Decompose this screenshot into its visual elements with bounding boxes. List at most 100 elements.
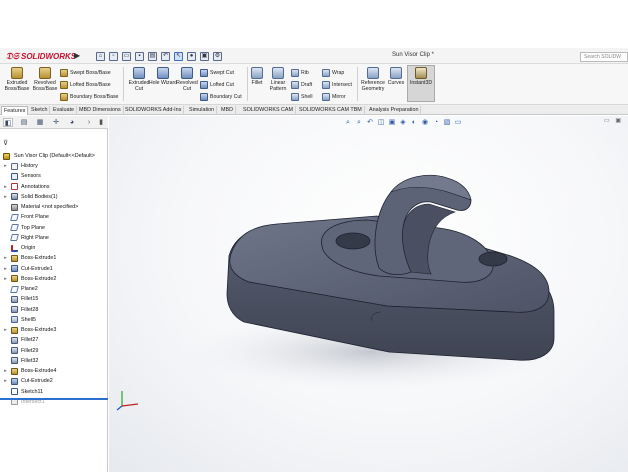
shell-button[interactable]: Shell — [291, 92, 313, 102]
options-gear-icon[interactable]: ⚙ — [213, 51, 222, 61]
sun-visor-clip-model[interactable] — [109, 116, 628, 472]
tab-solidworks-cam-tbm[interactable]: SOLIDWORKS CAM TBM — [297, 106, 365, 115]
new-doc-icon[interactable]: ▫ — [109, 51, 118, 61]
tree-item[interactable]: Plane2 — [0, 284, 108, 294]
boundary-boss-button[interactable]: Boundary Boss/Base — [60, 92, 118, 102]
tree-root-part[interactable]: Sun Visor Clip (Default<<Default> — [0, 151, 108, 161]
tree-item[interactable]: ▸ Boss-Extrude2 — [0, 274, 108, 284]
mirror-icon — [322, 93, 330, 101]
panel-collapse-icon[interactable]: ▮ — [96, 118, 106, 127]
swept-boss-button[interactable]: Swept Boss/Base — [60, 68, 111, 78]
dimxpert-tab-icon[interactable]: ✛ — [51, 118, 61, 127]
tree-item[interactable]: Fillet29 — [0, 346, 108, 356]
extruded-cut-icon — [133, 67, 145, 79]
revolved-boss-icon — [39, 67, 51, 79]
tab-analysis-preparation[interactable]: Analysis Preparation — [367, 106, 422, 115]
intersect-button[interactable]: Intersect — [322, 80, 352, 90]
record-icon[interactable]: ▣ — [200, 51, 209, 61]
lofted-cut-button[interactable]: Lofted Cut — [200, 80, 234, 90]
mirror-button[interactable]: Mirror — [322, 92, 346, 102]
expand-caret-icon[interactable]: ▸ — [2, 376, 9, 386]
tab-evaluate[interactable]: Evaluate — [51, 106, 77, 115]
panel-more-arrow-icon[interactable]: › — [84, 118, 94, 127]
linear-pattern-button[interactable]: Linear Pattern — [266, 67, 290, 92]
boundary-cut-button[interactable]: Boundary Cut — [200, 92, 242, 102]
tab-features[interactable]: Features — [1, 106, 29, 115]
extruded-boss-button[interactable]: Extruded Boss/Base — [2, 67, 32, 92]
tree-item[interactable]: ▸ Boss-Extrude1 — [0, 253, 108, 263]
display-manager-tab-icon[interactable]: ◕ — [67, 118, 77, 127]
solidworks-logo[interactable]: 𝔇𝔖 SOLIDWORKS — [6, 50, 76, 62]
expand-caret-icon[interactable]: ▸ — [2, 366, 9, 376]
tree-item[interactable]: ▸ Boss-Extrude3 — [0, 325, 108, 335]
configuration-manager-tab-icon[interactable]: ▦ — [35, 118, 45, 127]
tree-item-label: Fillet32 — [21, 357, 39, 364]
tree-item-label: Boss-Extrude4 — [21, 368, 57, 374]
tree-item[interactable]: Front Plane — [0, 212, 108, 222]
home-icon[interactable]: ⌂ — [96, 51, 105, 61]
expand-caret-icon[interactable]: ▸ — [2, 253, 9, 263]
tree-item-label: Fillet28 — [21, 306, 39, 313]
tree-item[interactable]: Sensors — [0, 171, 108, 181]
tree-item-label: Sensors — [21, 173, 41, 180]
tree-item[interactable]: ▸ History — [0, 161, 108, 171]
open-icon[interactable]: ▭ — [122, 51, 131, 61]
traffic-light-icon[interactable]: ● — [187, 51, 196, 61]
rollback-bar[interactable] — [0, 398, 108, 400]
tree-item[interactable]: Fillet32 — [0, 356, 108, 366]
tree-item[interactable]: Fillet27 — [0, 335, 108, 345]
tree-item[interactable]: Shell5 — [0, 315, 108, 325]
tree-item-label: Boss-Extrude1 — [21, 255, 57, 262]
tree-item-label: Cut-Extrude2 — [21, 378, 53, 385]
tree-item[interactable]: ▸ Cut-Extrude1 — [0, 264, 108, 274]
tree-item[interactable]: Origin — [0, 243, 108, 253]
tab-mbd[interactable]: MBD — [219, 106, 236, 115]
expand-caret-icon[interactable]: ▸ — [2, 182, 9, 192]
tree-item[interactable]: Right Plane — [0, 233, 108, 243]
tree-item[interactable]: ▸ Boss-Extrude4 — [0, 366, 108, 376]
tree-item[interactable]: Fillet15 — [0, 294, 108, 304]
shell-icon — [291, 93, 299, 101]
feature-manager-tab-icon[interactable]: ◧ — [3, 118, 13, 127]
tab-solidworks-add-ins[interactable]: SOLIDWORKS Add-Ins — [123, 106, 185, 115]
expand-caret-icon[interactable]: ▸ — [2, 161, 9, 171]
expand-caret-icon[interactable]: ▸ — [2, 192, 9, 202]
menu-expand-arrow-icon[interactable]: ▶ — [74, 51, 82, 61]
tab-simulation[interactable]: Simulation — [187, 106, 218, 115]
property-manager-tab-icon[interactable]: ▤ — [19, 118, 29, 127]
tab-solidworks-cam[interactable]: SOLIDWORKS CAM — [241, 106, 297, 115]
print-icon[interactable]: ▤ — [148, 51, 157, 61]
search-input[interactable]: Search SOLIDW — [580, 52, 628, 62]
tree-item[interactable]: Material <not specified> — [0, 202, 108, 212]
tree-item[interactable]: Sketch11 — [0, 387, 108, 397]
save-icon[interactable]: ▪ — [135, 51, 144, 61]
select-arrow-icon[interactable]: ↖ — [174, 51, 183, 61]
boss-extrude-icon — [11, 275, 18, 283]
revolved-cut-button[interactable]: Revolved Cut — [172, 67, 202, 92]
lofted-boss-button[interactable]: Lofted Boss/Base — [60, 80, 111, 90]
tree-item[interactable]: ▸ Annotations — [0, 182, 108, 192]
expand-caret-icon[interactable]: ▸ — [2, 325, 9, 335]
expand-caret-icon[interactable]: ▸ — [2, 274, 9, 284]
tree-item-label: Cut-Extrude1 — [21, 265, 53, 272]
tree-item[interactable]: ▸ Cut-Extrude2 — [0, 376, 108, 386]
tab-sketch[interactable]: Sketch — [29, 106, 51, 115]
draft-button[interactable]: Draft — [291, 80, 312, 90]
tab-mbd-dimensions[interactable]: MBD Dimensions — [77, 106, 124, 115]
tree-item[interactable]: Fillet28 — [0, 305, 108, 315]
revolved-boss-button[interactable]: Revolved Boss/Base — [30, 67, 60, 92]
rib-button[interactable]: Rib — [291, 68, 309, 78]
filter-icon[interactable]: ⊽ — [3, 140, 11, 148]
swept-cut-button[interactable]: Swept Cut — [200, 68, 234, 78]
wrap-button[interactable]: Wrap — [322, 68, 344, 78]
tree-item-label: History — [21, 163, 38, 169]
tree-item[interactable]: Top Plane — [0, 223, 108, 233]
curves-button[interactable]: Curves — [384, 67, 408, 86]
cut-extrude-icon — [11, 265, 18, 272]
undo-icon[interactable]: ↶ — [161, 51, 170, 61]
hole-wizard-icon — [157, 67, 169, 79]
expand-caret-icon[interactable]: ▸ — [2, 264, 9, 274]
tree-item[interactable]: ▸ Solid Bodies(1) — [0, 192, 108, 202]
quick-access-toolbar: ⌂ ▫ ▭ ▪ ▤ ↶ ↖ ● ▣ ⚙ — [96, 50, 222, 62]
instant3d-button[interactable]: Instant3D — [407, 67, 435, 86]
